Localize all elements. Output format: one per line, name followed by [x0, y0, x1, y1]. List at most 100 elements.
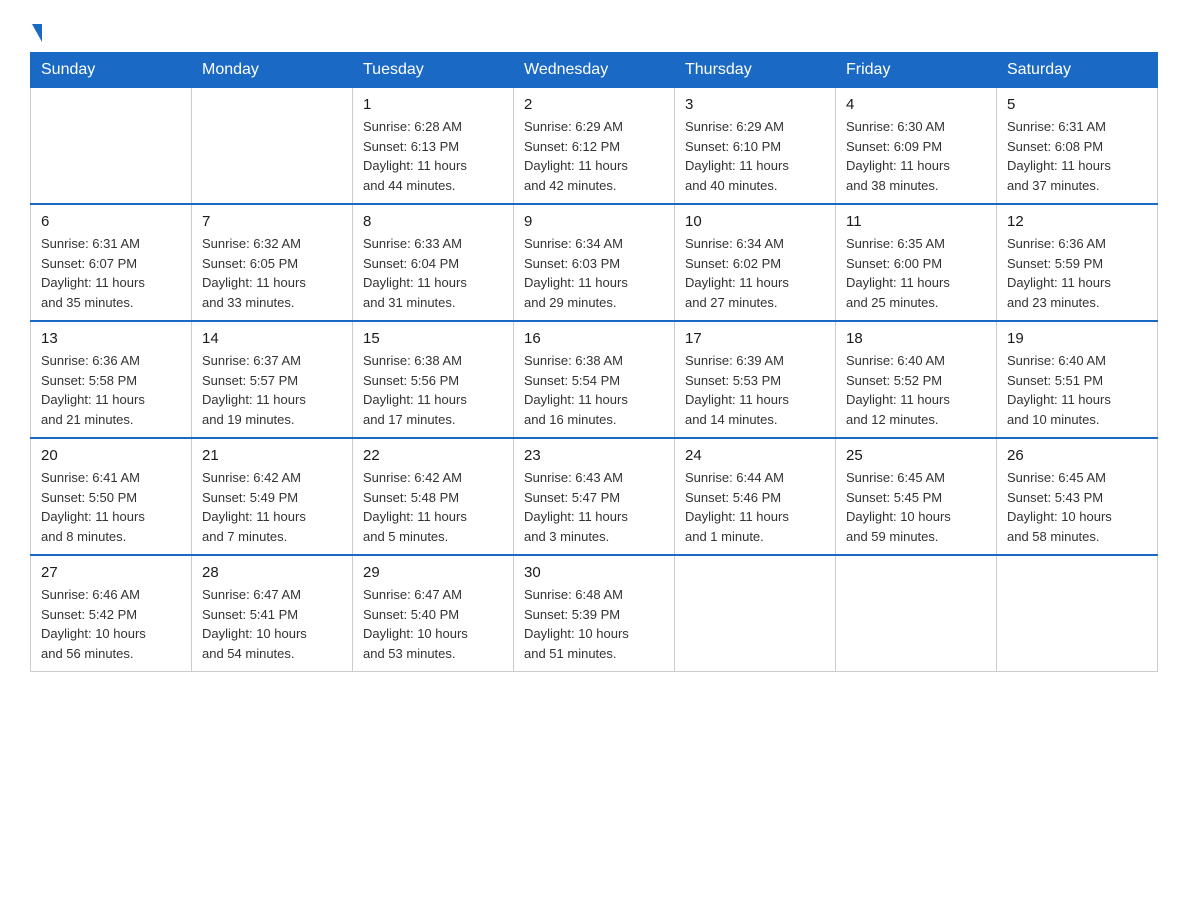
day-number: 29	[363, 564, 503, 581]
calendar-cell: 23 Sunrise: 6:43 AM Sunset: 5:47 PM Dayli…	[514, 438, 675, 555]
logo	[30, 20, 42, 42]
calendar-cell: 16 Sunrise: 6:38 AM Sunset: 5:54 PM Dayli…	[514, 321, 675, 438]
day-number: 11	[846, 213, 986, 230]
calendar-cell: 22 Sunrise: 6:42 AM Sunset: 5:48 PM Dayli…	[353, 438, 514, 555]
day-number: 28	[202, 564, 342, 581]
calendar-cell	[675, 555, 836, 672]
day-number: 14	[202, 330, 342, 347]
day-number: 8	[363, 213, 503, 230]
calendar-cell: 28 Sunrise: 6:47 AM Sunset: 5:41 PM Dayli…	[192, 555, 353, 672]
day-number: 20	[41, 447, 181, 464]
calendar-cell: 19 Sunrise: 6:40 AM Sunset: 5:51 PM Dayli…	[997, 321, 1158, 438]
column-header-monday: Monday	[192, 53, 353, 88]
calendar-cell: 11 Sunrise: 6:35 AM Sunset: 6:00 PM Dayli…	[836, 204, 997, 321]
day-info: Sunrise: 6:28 AM Sunset: 6:13 PM Dayligh…	[363, 117, 503, 195]
logo-text	[30, 20, 42, 42]
calendar-table: SundayMondayTuesdayWednesdayThursdayFrid…	[30, 52, 1158, 672]
calendar-cell: 9 Sunrise: 6:34 AM Sunset: 6:03 PM Daylig…	[514, 204, 675, 321]
calendar-week-row: 27 Sunrise: 6:46 AM Sunset: 5:42 PM Dayli…	[31, 555, 1158, 672]
calendar-cell: 18 Sunrise: 6:40 AM Sunset: 5:52 PM Dayli…	[836, 321, 997, 438]
day-number: 10	[685, 213, 825, 230]
day-info: Sunrise: 6:34 AM Sunset: 6:03 PM Dayligh…	[524, 234, 664, 312]
calendar-cell: 4Sunrise: 6:30 AM Sunset: 6:09 PM Daylig…	[836, 88, 997, 205]
day-number: 23	[524, 447, 664, 464]
day-info: Sunrise: 6:48 AM Sunset: 5:39 PM Dayligh…	[524, 585, 664, 663]
day-number: 15	[363, 330, 503, 347]
day-number: 9	[524, 213, 664, 230]
day-info: Sunrise: 6:32 AM Sunset: 6:05 PM Dayligh…	[202, 234, 342, 312]
day-info: Sunrise: 6:31 AM Sunset: 6:08 PM Dayligh…	[1007, 117, 1147, 195]
day-number: 7	[202, 213, 342, 230]
logo-triangle-icon	[32, 24, 42, 42]
day-info: Sunrise: 6:38 AM Sunset: 5:56 PM Dayligh…	[363, 351, 503, 429]
day-number: 5	[1007, 96, 1147, 113]
calendar-header-row: SundayMondayTuesdayWednesdayThursdayFrid…	[31, 53, 1158, 88]
calendar-week-row: 6Sunrise: 6:31 AM Sunset: 6:07 PM Daylig…	[31, 204, 1158, 321]
calendar-cell	[31, 88, 192, 205]
calendar-cell	[192, 88, 353, 205]
column-header-tuesday: Tuesday	[353, 53, 514, 88]
calendar-cell: 24 Sunrise: 6:44 AM Sunset: 5:46 PM Dayli…	[675, 438, 836, 555]
calendar-cell: 12 Sunrise: 6:36 AM Sunset: 5:59 PM Dayli…	[997, 204, 1158, 321]
day-info: Sunrise: 6:44 AM Sunset: 5:46 PM Dayligh…	[685, 468, 825, 546]
calendar-cell: 26Sunrise: 6:45 AM Sunset: 5:43 PM Dayli…	[997, 438, 1158, 555]
column-header-sunday: Sunday	[31, 53, 192, 88]
day-info: Sunrise: 6:43 AM Sunset: 5:47 PM Dayligh…	[524, 468, 664, 546]
calendar-cell: 8 Sunrise: 6:33 AM Sunset: 6:04 PM Daylig…	[353, 204, 514, 321]
day-number: 25	[846, 447, 986, 464]
day-info: Sunrise: 6:40 AM Sunset: 5:51 PM Dayligh…	[1007, 351, 1147, 429]
day-number: 19	[1007, 330, 1147, 347]
calendar-week-row: 13 Sunrise: 6:36 AM Sunset: 5:58 PM Dayli…	[31, 321, 1158, 438]
day-info: Sunrise: 6:36 AM Sunset: 5:59 PM Dayligh…	[1007, 234, 1147, 312]
day-info: Sunrise: 6:35 AM Sunset: 6:00 PM Dayligh…	[846, 234, 986, 312]
column-header-saturday: Saturday	[997, 53, 1158, 88]
day-info: Sunrise: 6:36 AM Sunset: 5:58 PM Dayligh…	[41, 351, 181, 429]
day-info: Sunrise: 6:38 AM Sunset: 5:54 PM Dayligh…	[524, 351, 664, 429]
calendar-cell: 6Sunrise: 6:31 AM Sunset: 6:07 PM Daylig…	[31, 204, 192, 321]
calendar-cell: 2Sunrise: 6:29 AM Sunset: 6:12 PM Daylig…	[514, 88, 675, 205]
calendar-cell: 29Sunrise: 6:47 AM Sunset: 5:40 PM Dayli…	[353, 555, 514, 672]
day-info: Sunrise: 6:41 AM Sunset: 5:50 PM Dayligh…	[41, 468, 181, 546]
day-info: Sunrise: 6:31 AM Sunset: 6:07 PM Dayligh…	[41, 234, 181, 312]
calendar-cell: 15 Sunrise: 6:38 AM Sunset: 5:56 PM Dayli…	[353, 321, 514, 438]
day-number: 17	[685, 330, 825, 347]
calendar-cell: 20 Sunrise: 6:41 AM Sunset: 5:50 PM Dayli…	[31, 438, 192, 555]
calendar-cell: 1 Sunrise: 6:28 AM Sunset: 6:13 PM Daylig…	[353, 88, 514, 205]
calendar-cell: 10Sunrise: 6:34 AM Sunset: 6:02 PM Dayli…	[675, 204, 836, 321]
day-info: Sunrise: 6:39 AM Sunset: 5:53 PM Dayligh…	[685, 351, 825, 429]
day-number: 21	[202, 447, 342, 464]
calendar-cell: 17 Sunrise: 6:39 AM Sunset: 5:53 PM Dayli…	[675, 321, 836, 438]
calendar-week-row: 20 Sunrise: 6:41 AM Sunset: 5:50 PM Dayli…	[31, 438, 1158, 555]
calendar-cell: 30 Sunrise: 6:48 AM Sunset: 5:39 PM Dayli…	[514, 555, 675, 672]
day-number: 3	[685, 96, 825, 113]
day-number: 12	[1007, 213, 1147, 230]
day-number: 4	[846, 96, 986, 113]
day-info: Sunrise: 6:42 AM Sunset: 5:49 PM Dayligh…	[202, 468, 342, 546]
day-info: Sunrise: 6:45 AM Sunset: 5:43 PM Dayligh…	[1007, 468, 1147, 546]
calendar-cell: 13 Sunrise: 6:36 AM Sunset: 5:58 PM Dayli…	[31, 321, 192, 438]
day-number: 13	[41, 330, 181, 347]
column-header-friday: Friday	[836, 53, 997, 88]
calendar-week-row: 1 Sunrise: 6:28 AM Sunset: 6:13 PM Daylig…	[31, 88, 1158, 205]
day-number: 24	[685, 447, 825, 464]
calendar-cell: 7 Sunrise: 6:32 AM Sunset: 6:05 PM Daylig…	[192, 204, 353, 321]
day-info: Sunrise: 6:47 AM Sunset: 5:41 PM Dayligh…	[202, 585, 342, 663]
calendar-cell	[836, 555, 997, 672]
calendar-cell: 21 Sunrise: 6:42 AM Sunset: 5:49 PM Dayli…	[192, 438, 353, 555]
day-info: Sunrise: 6:29 AM Sunset: 6:10 PM Dayligh…	[685, 117, 825, 195]
day-number: 30	[524, 564, 664, 581]
day-number: 2	[524, 96, 664, 113]
day-number: 18	[846, 330, 986, 347]
day-number: 1	[363, 96, 503, 113]
day-info: Sunrise: 6:46 AM Sunset: 5:42 PM Dayligh…	[41, 585, 181, 663]
column-header-wednesday: Wednesday	[514, 53, 675, 88]
day-info: Sunrise: 6:42 AM Sunset: 5:48 PM Dayligh…	[363, 468, 503, 546]
day-info: Sunrise: 6:40 AM Sunset: 5:52 PM Dayligh…	[846, 351, 986, 429]
day-info: Sunrise: 6:45 AM Sunset: 5:45 PM Dayligh…	[846, 468, 986, 546]
calendar-cell: 5 Sunrise: 6:31 AM Sunset: 6:08 PM Daylig…	[997, 88, 1158, 205]
day-info: Sunrise: 6:33 AM Sunset: 6:04 PM Dayligh…	[363, 234, 503, 312]
day-number: 22	[363, 447, 503, 464]
day-number: 16	[524, 330, 664, 347]
day-number: 27	[41, 564, 181, 581]
calendar-cell: 3 Sunrise: 6:29 AM Sunset: 6:10 PM Daylig…	[675, 88, 836, 205]
